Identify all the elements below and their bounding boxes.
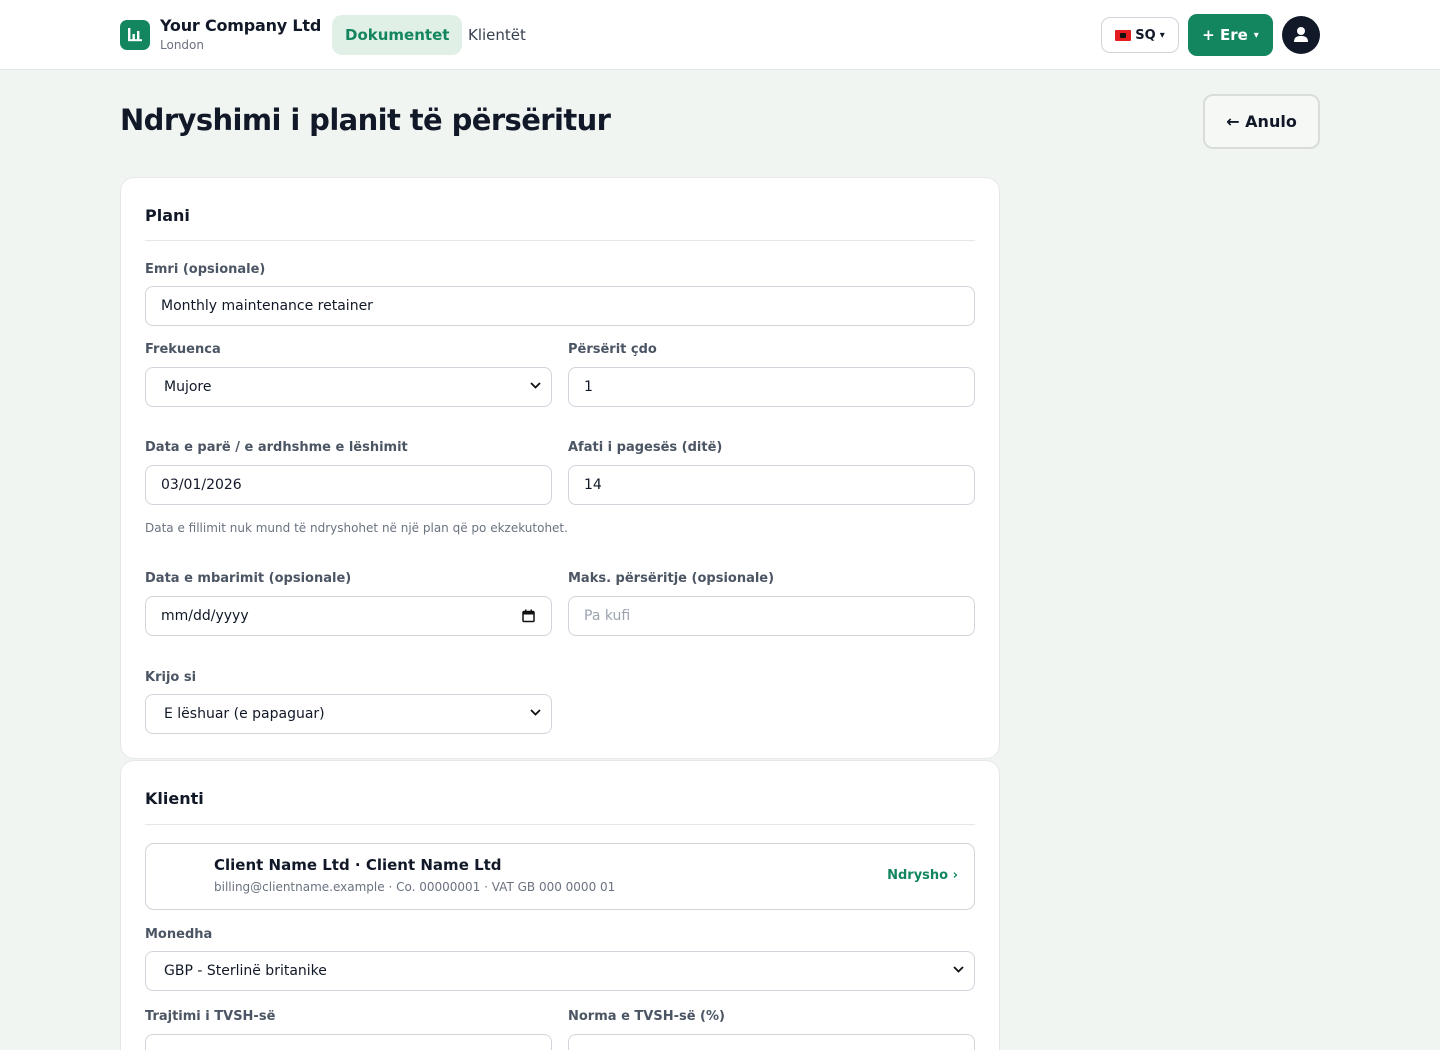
company-name: Your Company Ltd [160,16,322,35]
create-as-select[interactable]: E lëshuar (e papaguar) [145,694,552,734]
language-selector[interactable]: SQ ▾ [1101,17,1179,53]
plan-section-title: Plani [145,206,190,225]
calendar-icon[interactable] [522,609,535,623]
frequency-value: Mujore [164,379,212,395]
frequency-select[interactable]: Mujore [145,367,552,407]
language-code: SQ [1135,27,1156,43]
cancel-button[interactable]: ← Anulo [1203,94,1320,149]
chevron-down-icon [530,382,541,389]
company-city: London [160,38,204,52]
chevron-down-icon [530,709,541,716]
create-new-button[interactable]: + Ere ▾ [1188,14,1273,56]
start-date-help-text: Data e fillimit nuk mund të ndryshohet n… [145,521,568,535]
create-as-label: Krijo si [145,670,197,685]
user-avatar[interactable] [1282,16,1320,54]
plan-card: Plani Emri (opsionale) Monthly maintenan… [120,177,1000,759]
chevron-down-icon: ▾ [1159,29,1165,41]
next-issue-date-input[interactable]: 03/01/2026 [145,465,552,505]
end-date-placeholder: mm/dd/yyyy [161,608,249,624]
user-icon [1294,27,1308,42]
client-card: Klienti Client Name Ltd · Client Name Lt… [120,760,1000,1050]
albania-flag-icon [1115,29,1132,41]
create-as-value: E lëshuar (e papaguar) [164,706,325,722]
vat-rate-input[interactable] [568,1034,975,1050]
currency-label: Monedha [145,927,213,942]
currency-value: GBP - Sterlinë britanike [164,963,327,979]
chevron-down-icon [953,966,964,973]
end-date-input[interactable]: mm/dd/yyyy [145,596,552,636]
next-issue-date-label: Data e parë / e ardhshme e lëshimit [145,440,408,455]
tab-documents[interactable]: Dokumentet [332,15,463,55]
chevron-down-icon: ▾ [1253,29,1259,41]
end-date-label: Data e mbarimit (opsionale) [145,571,352,586]
frequency-label: Frekuenca [145,342,221,357]
repeat-every-input[interactable]: 1 [568,367,975,407]
currency-select[interactable]: GBP - Sterlinë britanike [145,951,975,991]
page-title: Ndryshimi i planit të përsëritur [120,103,611,137]
name-input[interactable]: Monthly maintenance retainer [145,286,975,326]
bar-chart-icon [128,28,142,42]
company-logo-icon[interactable] [120,20,150,50]
vat-treatment-label: Trajtimi i TVSH-së [145,1009,276,1024]
tab-clients[interactable]: Klientët [455,15,539,55]
section-divider [145,824,975,825]
name-label: Emri (opsionale) [145,262,266,277]
change-client-link[interactable]: Ndrysho › [887,868,958,883]
payment-terms-label: Afati i pagesës (ditë) [568,440,723,455]
payment-terms-input[interactable]: 14 [568,465,975,505]
create-new-label: + Ere [1202,26,1248,44]
max-repeats-input[interactable]: Pa kufi [568,596,975,636]
repeat-every-label: Përsërit çdo [568,342,657,357]
client-name: Client Name Ltd · Client Name Ltd [214,856,502,874]
max-repeats-label: Maks. përsëritje (opsionale) [568,571,775,586]
top-navigation-bar: Your Company Ltd London Dokumentet Klien… [0,0,1440,70]
selected-client-card[interactable]: Client Name Ltd · Client Name Ltd billin… [145,843,975,910]
section-divider [145,240,975,241]
vat-rate-label: Norma e TVSH-së (%) [568,1009,725,1024]
client-section-title: Klienti [145,789,204,808]
client-details: billing@clientname.example · Co. 0000000… [214,880,616,894]
vat-treatment-select[interactable] [145,1034,552,1050]
